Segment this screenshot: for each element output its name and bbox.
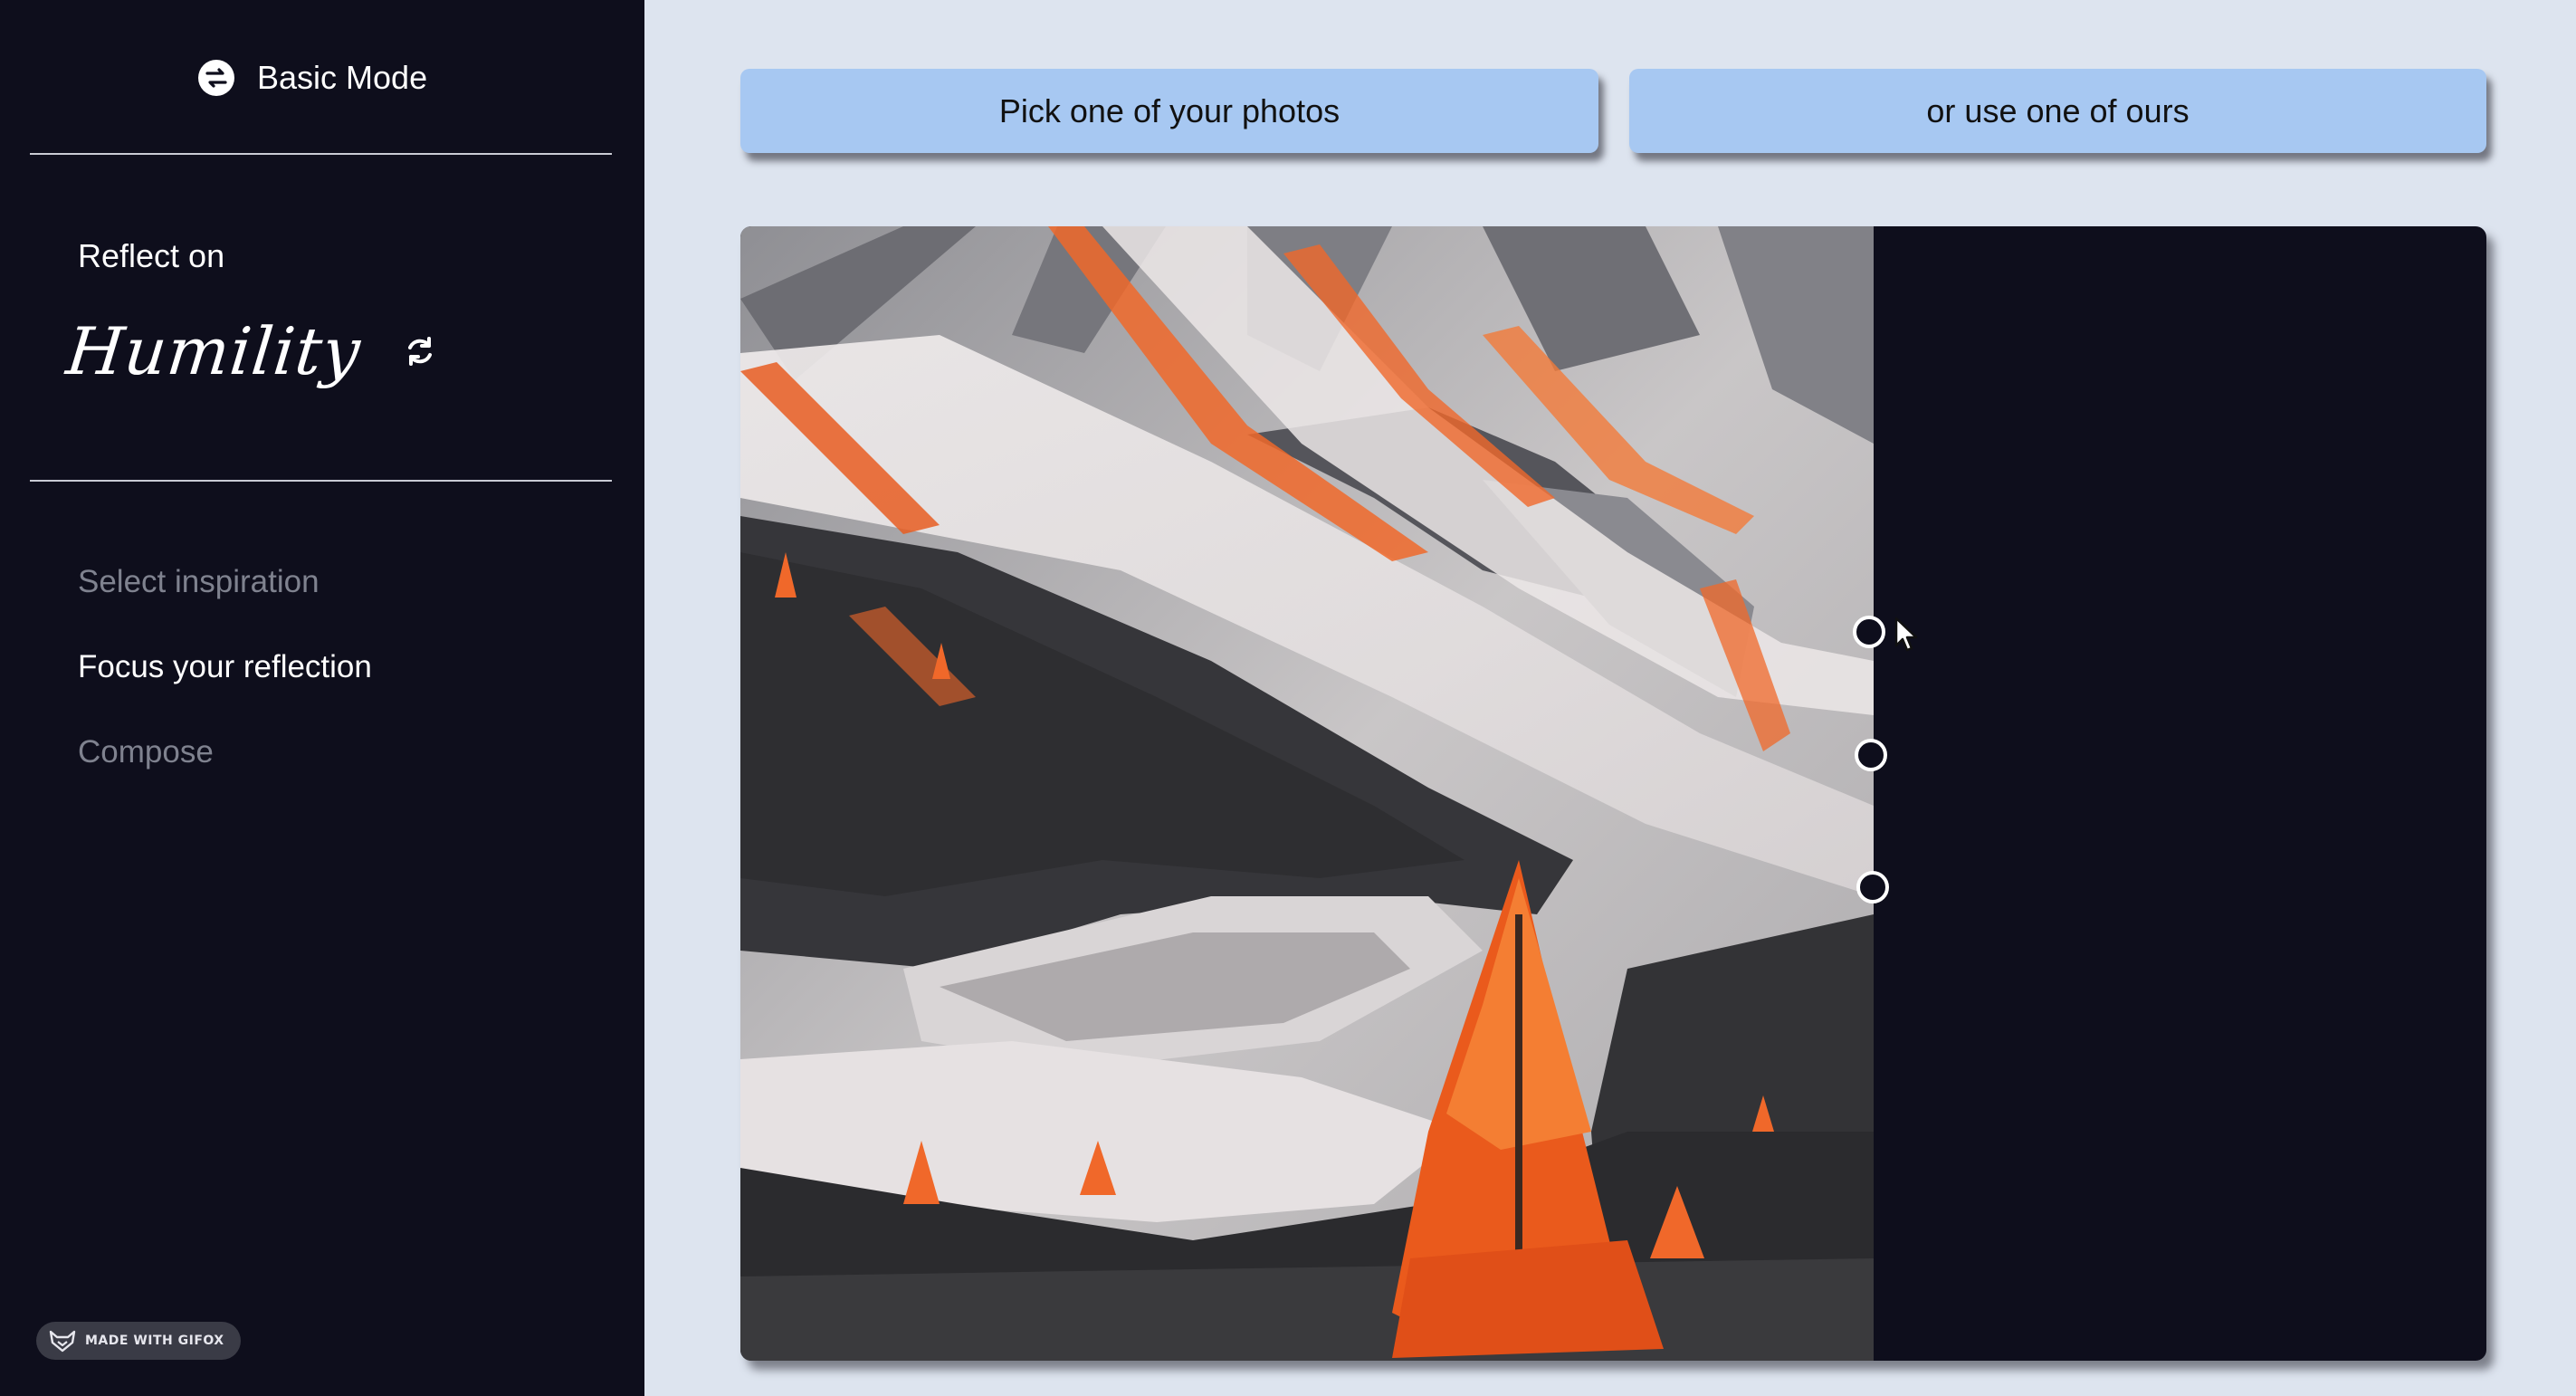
virtue-row: Humility [63, 313, 438, 389]
step-focus-reflection[interactable]: Focus your reflection [78, 646, 372, 731]
photo-canvas[interactable] [740, 226, 2486, 1361]
mountain-photo [740, 226, 1874, 1361]
sidebar: Basic Mode Reflect on Humility Select in… [0, 0, 644, 1396]
fox-icon [49, 1330, 76, 1353]
reflect-on-label: Reflect on [78, 237, 225, 274]
divider [30, 480, 612, 482]
divider [30, 153, 612, 155]
crop-handle-bottom[interactable] [1856, 871, 1889, 904]
use-our-photo-button[interactable]: or use one of ours [1629, 69, 2486, 153]
watermark-label: MADE WITH GIFOX [85, 1334, 224, 1348]
step-select-inspiration[interactable]: Select inspiration [78, 561, 372, 646]
step-compose[interactable]: Compose [78, 731, 372, 817]
mouse-cursor-icon [1894, 617, 1918, 652]
crop-handle-top[interactable] [1853, 616, 1885, 648]
mode-label: Basic Mode [257, 59, 428, 96]
pick-own-photo-button[interactable]: Pick one of your photos [740, 69, 1598, 153]
swap-icon [198, 60, 234, 96]
refresh-icon[interactable] [402, 333, 438, 369]
step-list: Select inspiration Focus your reflection… [78, 561, 372, 817]
basic-mode-toggle[interactable]: Basic Mode [197, 56, 427, 100]
gifox-watermark: MADE WITH GIFOX [36, 1322, 241, 1360]
virtue-word: Humility [62, 313, 365, 389]
crop-handle-middle[interactable] [1855, 739, 1887, 771]
